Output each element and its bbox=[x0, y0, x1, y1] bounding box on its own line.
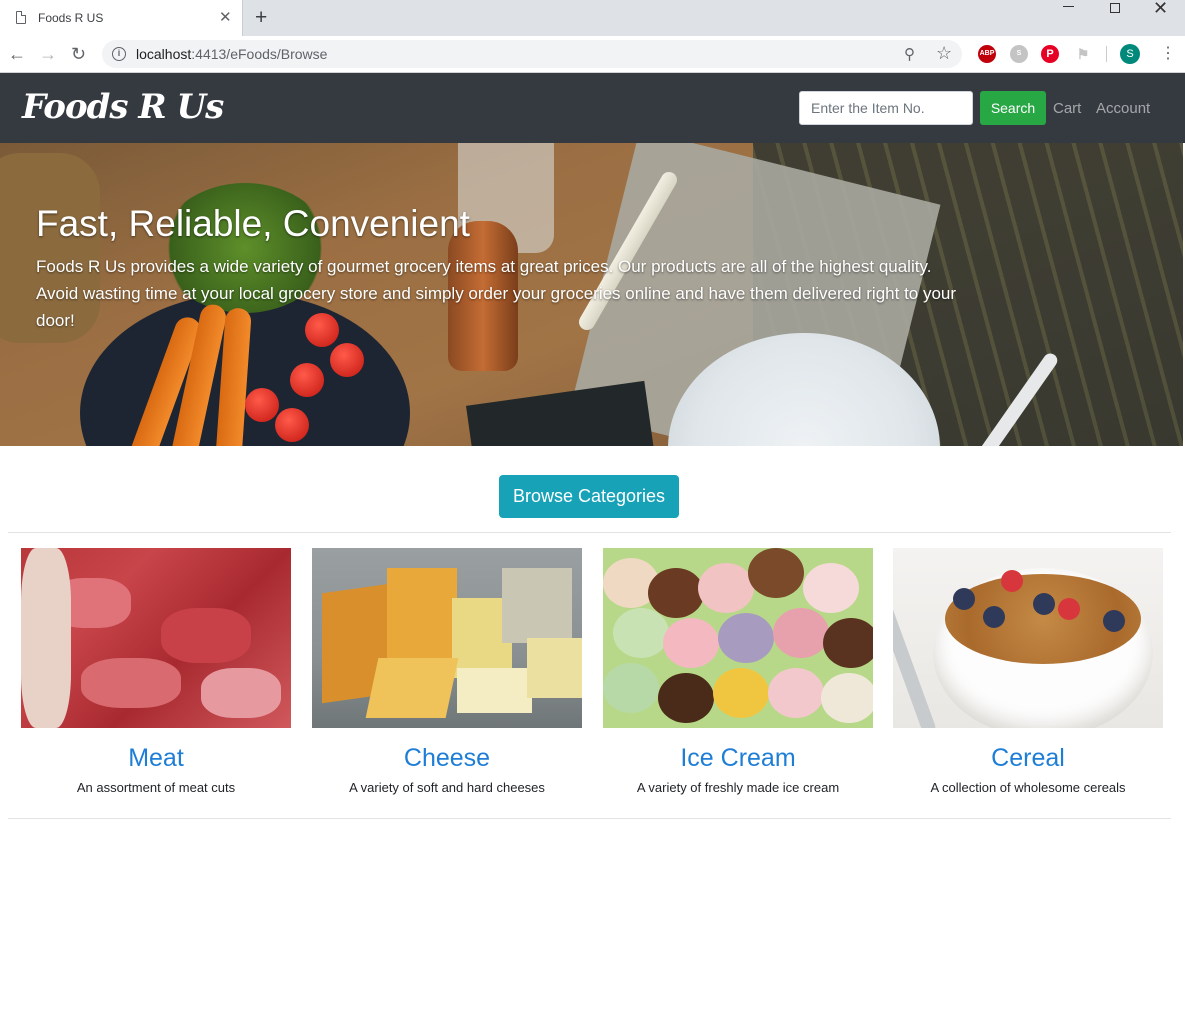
url-text[interactable]: localhost:4413/eFoods/Browse bbox=[136, 46, 327, 62]
category-description: A variety of freshly made ice cream bbox=[636, 780, 840, 795]
reload-icon[interactable]: ↻ bbox=[71, 44, 86, 64]
profile-avatar[interactable]: S bbox=[1120, 44, 1140, 64]
pinterest-extension-icon[interactable]: P bbox=[1041, 45, 1059, 63]
hero-banner: Fast, Reliable, Convenient Foods R Us pr… bbox=[0, 143, 1183, 446]
divider bbox=[8, 532, 1171, 533]
browse-categories-button[interactable]: Browse Categories bbox=[499, 475, 679, 518]
category-description: A variety of soft and hard cheeses bbox=[349, 780, 545, 795]
category-title[interactable]: Meat bbox=[21, 742, 291, 774]
item-search-input[interactable] bbox=[799, 91, 973, 125]
cheese-image[interactable] bbox=[312, 548, 582, 728]
tab-title: Foods R US bbox=[38, 11, 104, 25]
brand-logo[interactable]: Foods R Us bbox=[22, 87, 224, 127]
back-icon[interactable]: ← bbox=[8, 44, 26, 64]
category-card-ice-cream[interactable]: Ice Cream A variety of freshly made ice … bbox=[603, 548, 873, 795]
hero-description: Foods R Us provides a wide variety of go… bbox=[36, 257, 957, 330]
meat-image[interactable] bbox=[21, 548, 291, 728]
category-description: An assortment of meat cuts bbox=[76, 780, 236, 795]
skype-extension-icon[interactable]: S bbox=[1010, 45, 1028, 63]
hero-tomato bbox=[275, 408, 309, 442]
zoom-icon[interactable]: ⚲ bbox=[904, 45, 915, 63]
hero-tomato bbox=[290, 363, 324, 397]
address-bar[interactable]: i localhost:4413/eFoods/Browse ⚲ ☆ bbox=[102, 40, 962, 68]
category-title[interactable]: Ice Cream bbox=[603, 742, 873, 774]
divider bbox=[8, 818, 1171, 819]
maximize-icon[interactable] bbox=[1110, 3, 1120, 13]
new-tab-icon[interactable]: + bbox=[255, 7, 267, 29]
category-title[interactable]: Cereal bbox=[893, 742, 1163, 774]
category-card-cereal[interactable]: Cereal A collection of wholesome cereals bbox=[893, 548, 1163, 795]
hero-title: Fast, Reliable, Convenient bbox=[36, 203, 470, 244]
close-tab-icon[interactable]: ✕ bbox=[219, 9, 232, 27]
minimize-icon[interactable] bbox=[1063, 6, 1074, 7]
adblock-extension-icon[interactable]: ABP bbox=[978, 45, 996, 63]
browser-tab-bar: Foods R US ✕ + ✕ bbox=[0, 0, 1185, 36]
account-link[interactable]: Account bbox=[1096, 100, 1150, 117]
page-icon bbox=[16, 11, 26, 24]
hero-tomato bbox=[330, 343, 364, 377]
close-window-icon[interactable]: ✕ bbox=[1153, 0, 1168, 17]
toolbar-separator bbox=[1106, 46, 1107, 62]
menu-kebab-icon[interactable]: ⋮ bbox=[1160, 44, 1176, 64]
ice-cream-image[interactable] bbox=[603, 548, 873, 728]
hero-tomato bbox=[245, 388, 279, 422]
browser-tab[interactable]: Foods R US ✕ bbox=[0, 0, 243, 36]
category-card-meat[interactable]: Meat An assortment of meat cuts bbox=[21, 548, 291, 795]
browser-toolbar: ← → ↻ i localhost:4413/eFoods/Browse ⚲ ☆… bbox=[0, 36, 1185, 73]
category-card-cheese[interactable]: Cheese A variety of soft and hard cheese… bbox=[312, 548, 582, 795]
hero-text: Fast, Reliable, Convenient Foods R Us pr… bbox=[36, 201, 966, 334]
cereal-image[interactable] bbox=[893, 548, 1163, 728]
flag-extension-icon[interactable]: ⚑ bbox=[1074, 45, 1092, 63]
category-title[interactable]: Cheese bbox=[312, 742, 582, 774]
site-navbar: Foods R Us Search Cart Account bbox=[0, 73, 1185, 143]
category-description: A collection of wholesome cereals bbox=[930, 780, 1126, 795]
forward-icon[interactable]: → bbox=[39, 44, 57, 64]
cart-link[interactable]: Cart bbox=[1053, 100, 1081, 117]
hero-slate bbox=[466, 380, 654, 446]
info-icon[interactable]: i bbox=[112, 47, 126, 61]
search-button[interactable]: Search bbox=[980, 91, 1046, 125]
bookmark-star-icon[interactable]: ☆ bbox=[936, 43, 952, 64]
